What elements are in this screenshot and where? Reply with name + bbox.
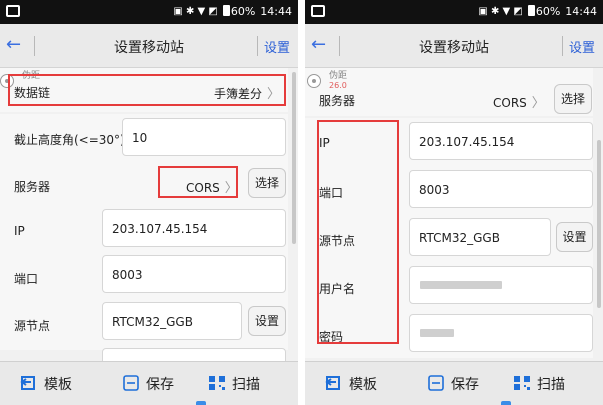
server-value[interactable]: CORS 〉 <box>493 92 545 111</box>
divider <box>257 36 258 56</box>
bottom-toolbar: 模板 保存 扫描 <box>305 361 603 405</box>
choose-server-button[interactable]: 选择 <box>248 168 286 198</box>
save-icon <box>428 375 444 391</box>
template-button[interactable]: 模板 <box>20 374 72 394</box>
template-icon <box>20 376 35 390</box>
scrollbar[interactable] <box>292 72 296 244</box>
server-label: 服务器 <box>14 180 51 194</box>
save-button[interactable]: 保存 <box>427 374 479 394</box>
ip-label: IP <box>14 224 25 238</box>
server-label: 服务器 <box>319 94 356 108</box>
notification-icon <box>6 5 20 17</box>
ip-input[interactable]: 203.107.45.154 <box>409 122 593 160</box>
settings-button[interactable]: 设置 <box>264 37 290 56</box>
mountpoint-settings-button[interactable]: 设置 <box>556 222 593 252</box>
choose-server-button[interactable]: 选择 <box>554 84 592 114</box>
signal-icon: ▣ ✱ ▼ ◩ <box>478 6 523 17</box>
highlight-server <box>158 166 238 198</box>
title-bar: ← 设置移动站 设置 <box>305 24 603 68</box>
page-title: 设置移动站 <box>419 40 489 56</box>
chevron-right-icon: 〉 <box>531 96 545 111</box>
battery-icon: 60% <box>222 5 256 18</box>
ip-input[interactable]: 203.107.45.154 <box>102 209 286 247</box>
scan-button[interactable]: 扫描 <box>513 374 565 394</box>
settings-button[interactable]: 设置 <box>569 37 595 56</box>
crosshair-icon <box>307 74 321 88</box>
template-icon <box>325 376 340 390</box>
solution-type: 伪距 <box>329 71 348 81</box>
highlight-data-link <box>8 74 286 106</box>
save-icon <box>123 375 139 391</box>
template-button[interactable]: 模板 <box>325 374 377 394</box>
clock: 14:44 <box>260 5 292 18</box>
mountpoint-input[interactable]: RTCM32_GGB <box>102 302 242 340</box>
port-input[interactable]: 8003 <box>409 170 593 208</box>
battery-icon: 60% <box>527 5 561 18</box>
signal-icon: ▣ ✱ ▼ ◩ <box>173 6 218 17</box>
status-bar: ▣ ✱ ▼ ◩ 60% 14:44 <box>0 0 298 24</box>
bottom-toolbar: 模板 保存 扫描 <box>0 361 298 405</box>
port-label: 端口 <box>14 272 39 286</box>
scrollbar[interactable] <box>597 140 601 308</box>
port-input[interactable]: 8003 <box>102 255 286 293</box>
mountpoint-settings-button[interactable]: 设置 <box>248 306 286 336</box>
page-title: 设置移动站 <box>114 40 184 56</box>
battery-level: 60% <box>535 5 561 18</box>
server-row: 服务器 <box>0 162 288 208</box>
mountpoint-input[interactable]: RTCM32_GGB <box>409 218 551 256</box>
scan-button[interactable]: 扫描 <box>208 374 260 394</box>
gps-status-badge[interactable]: 伪距 26.0 <box>307 68 351 94</box>
qr-code-icon <box>514 376 530 390</box>
solution-age: 26.0 <box>329 81 347 90</box>
username-input-partial[interactable] <box>102 348 286 362</box>
username-input[interactable] <box>409 266 593 304</box>
status-bar: ▣ ✱ ▼ ◩ 60% 14:44 <box>305 0 603 24</box>
notification-icon <box>311 5 325 17</box>
clock: 14:44 <box>565 5 597 18</box>
home-indicator <box>196 401 206 405</box>
cutoff-angle-label: 截止高度角(<=30°) <box>14 133 125 147</box>
password-input[interactable] <box>409 314 593 352</box>
qr-code-icon <box>209 376 225 390</box>
save-button[interactable]: 保存 <box>122 374 174 394</box>
divider <box>562 36 563 56</box>
title-bar: ← 设置移动站 设置 <box>0 24 298 68</box>
screen-left: ▣ ✱ ▼ ◩ 60% 14:44 ← 设置移动站 设置 数据链 手簿差分〉 伪… <box>0 0 298 405</box>
home-indicator <box>501 401 511 405</box>
redacted-password <box>420 329 454 337</box>
highlight-credential-labels <box>317 120 399 344</box>
redacted-username <box>420 281 502 289</box>
mountpoint-label: 源节点 <box>14 319 51 333</box>
cutoff-angle-input[interactable]: 10 <box>122 118 286 156</box>
battery-level: 60% <box>230 5 256 18</box>
screen-right: ▣ ✱ ▼ ◩ 60% 14:44 ← 设置移动站 设置 服务器 伪距 26.0… <box>305 0 603 405</box>
